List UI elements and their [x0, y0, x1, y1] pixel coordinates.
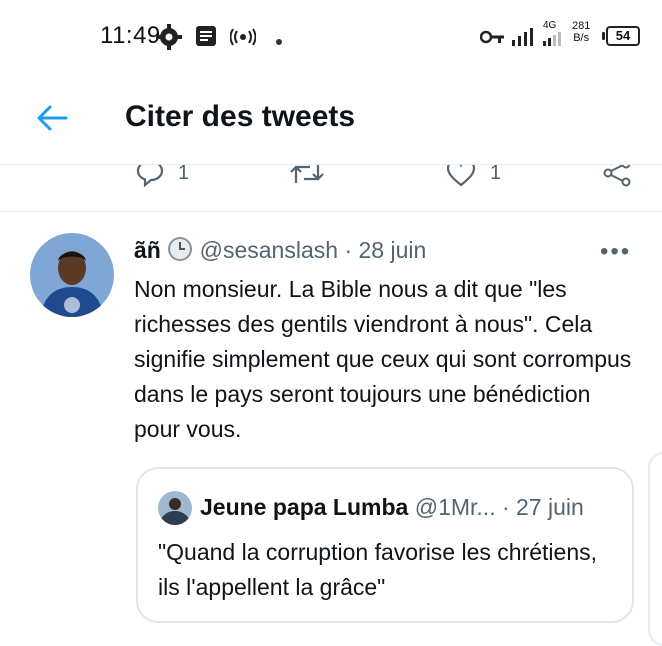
retweet-icon — [290, 165, 324, 183]
settings-gear-icon — [156, 24, 182, 55]
battery-indicator: 54 — [602, 26, 640, 46]
quote-avatar — [158, 491, 192, 525]
header-separator: · — [344, 237, 353, 263]
quote-author-name: Jeune papa Lumba — [200, 494, 409, 520]
vpn-key-icon — [479, 30, 506, 49]
tweet-text: Non monsieur. La Bible nous a dit que "l… — [134, 276, 632, 442]
author-name[interactable]: ãñ — [134, 237, 161, 263]
back-arrow-icon[interactable] — [36, 104, 68, 137]
hotspot-icon — [229, 28, 257, 51]
reply-icon — [136, 165, 164, 187]
clock-icon — [167, 236, 193, 268]
tweet-header: ãñ @sesanslash · 28 juin — [134, 236, 426, 268]
status-time: 11:49 — [100, 22, 161, 49]
quoted-tweet[interactable]: Jeune papa Lumba @1Mr... · 27 juin "Quan… — [136, 467, 634, 623]
app-header: Citer des tweets — [0, 78, 662, 165]
adjacent-card-edge — [648, 452, 662, 646]
share-icon — [603, 165, 631, 187]
quote-text: "Quand la corruption favorise les chréti… — [158, 539, 597, 600]
like-count: 1 — [490, 165, 502, 184]
quote-author-handle: @1Mr... — [414, 494, 496, 520]
signal-secondary-icon — [543, 32, 561, 51]
signal-icon — [512, 26, 538, 51]
net-speed-unit: B/s — [573, 32, 590, 44]
net-speed-value: 281 — [572, 20, 591, 32]
reply-count: 1 — [178, 165, 190, 184]
net-speed: 281 B/s — [572, 20, 590, 44]
notes-icon — [194, 24, 218, 53]
heart-icon — [446, 165, 476, 187]
quote-header: Jeune papa Lumba @1Mr... · 27 juin — [200, 494, 584, 521]
like-button[interactable]: 1 — [446, 165, 501, 187]
page-title: Citer des tweets — [125, 100, 356, 133]
share-button[interactable] — [602, 165, 632, 187]
reply-button[interactable]: 1 — [136, 165, 189, 187]
tweet[interactable]: ãñ @sesanslash · 28 juin ••• Non monsieu… — [0, 212, 662, 646]
network-type: 4G — [543, 20, 557, 31]
quote-separator: · — [501, 494, 510, 520]
status-bar: 11:49 4G 281 B/s 54 — [0, 0, 662, 78]
quote-date: 27 juin — [516, 494, 584, 520]
avatar[interactable] — [30, 233, 114, 317]
author-handle[interactable]: @sesanslash — [200, 237, 338, 263]
notification-dot-icon — [275, 33, 283, 51]
retweet-button[interactable] — [290, 165, 324, 187]
tweet-actions: 1 1 — [0, 165, 662, 212]
more-options-icon[interactable]: ••• — [600, 238, 631, 266]
tweet-date[interactable]: 28 juin — [359, 237, 427, 263]
